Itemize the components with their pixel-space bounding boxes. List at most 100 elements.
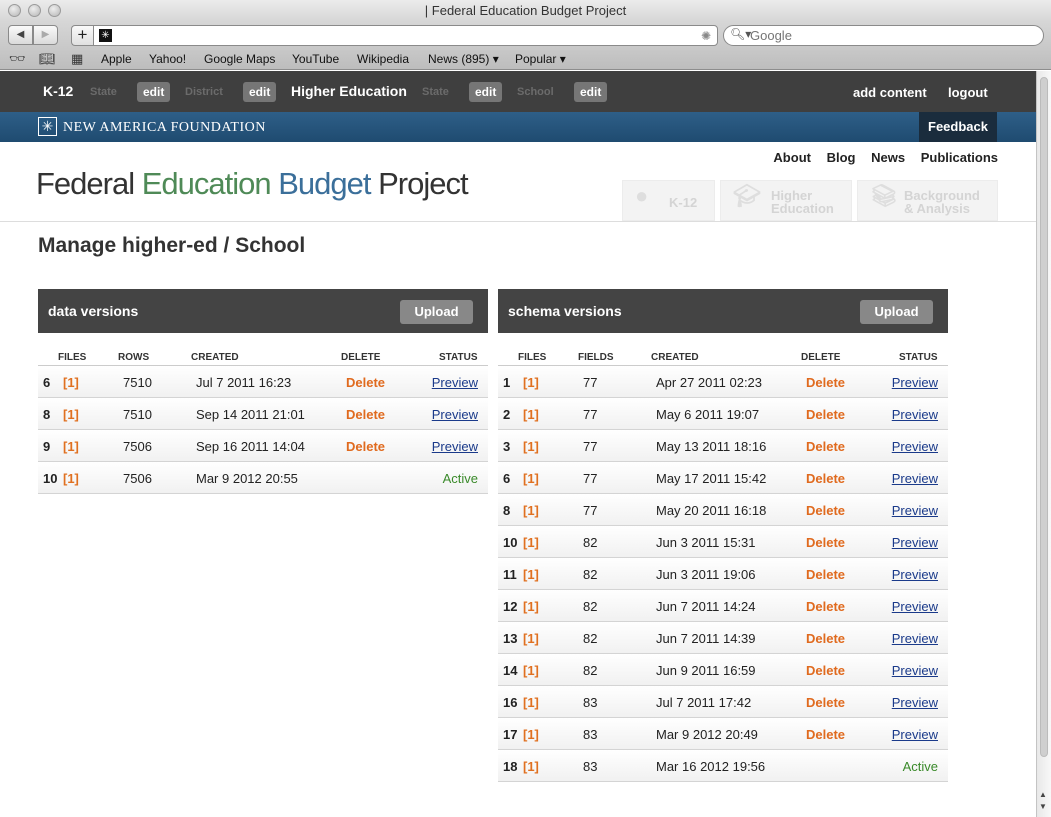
close-window-button[interactable]	[8, 4, 21, 17]
delete-link[interactable]: Delete	[806, 535, 845, 550]
files-link[interactable]: [1]	[523, 471, 539, 486]
site-title-part2: Education	[141, 166, 279, 201]
preview-link[interactable]: Preview	[892, 663, 938, 678]
naf-logo-icon[interactable]: ✳	[38, 117, 57, 136]
files-link[interactable]: [1]	[63, 375, 79, 390]
bookmark-wikipedia[interactable]: Wikipedia	[357, 52, 409, 66]
feedback-button[interactable]: Feedback	[919, 112, 997, 142]
blog-link[interactable]: Blog	[827, 150, 856, 165]
files-link[interactable]: [1]	[523, 631, 539, 646]
top-sites-grid-icon[interactable]: ▦	[71, 51, 83, 67]
scroll-arrows-icon[interactable]: ▲ ▼	[1039, 789, 1047, 813]
add-bookmark-button[interactable]: +	[71, 25, 93, 46]
files-link[interactable]: [1]	[63, 471, 79, 486]
search-field[interactable]: 🔍︎▾	[723, 25, 1044, 46]
schema-versions-header: schema versions Upload	[498, 289, 948, 333]
delete-link[interactable]: Delete	[806, 375, 845, 390]
logout-link[interactable]: logout	[948, 85, 988, 100]
preview-link[interactable]: Preview	[892, 503, 938, 518]
edit-state-button-2[interactable]: edit	[469, 82, 503, 102]
delete-link[interactable]: Delete	[806, 695, 845, 710]
files-link[interactable]: [1]	[523, 407, 539, 422]
news-link[interactable]: News	[871, 150, 905, 165]
schema-upload-button[interactable]: Upload	[860, 300, 933, 324]
files-link[interactable]: [1]	[523, 535, 539, 550]
vertical-scrollbar[interactable]: ▲ ▼	[1036, 71, 1051, 817]
tab-background-analysis[interactable]: 📚︎ Background & Analysis	[857, 180, 998, 221]
created-value: Mar 16 2012 19:56	[656, 759, 766, 774]
delete-link[interactable]: Delete	[806, 503, 845, 518]
site-title[interactable]: Federal Education Budget Project	[36, 166, 469, 202]
col-created: CREATED	[651, 352, 699, 363]
admin-higher-education-link[interactable]: Higher Education	[291, 83, 407, 99]
files-link[interactable]: [1]	[523, 503, 539, 518]
delete-link[interactable]: Delete	[346, 439, 385, 454]
back-button[interactable]: ◀	[8, 25, 33, 45]
files-link[interactable]: [1]	[523, 663, 539, 678]
bookmark-news-folder[interactable]: News (895) ▾	[428, 52, 499, 66]
edit-school-button[interactable]: edit	[574, 82, 608, 102]
delete-link[interactable]: Delete	[806, 727, 845, 742]
reading-list-icon[interactable]: 👓︎	[9, 51, 26, 67]
preview-link[interactable]: Preview	[432, 439, 478, 454]
scrollbar-thumb[interactable]	[1040, 77, 1048, 757]
delete-link[interactable]: Delete	[806, 407, 845, 422]
delete-link[interactable]: Delete	[806, 567, 845, 582]
preview-link[interactable]: Preview	[892, 407, 938, 422]
edit-district-button[interactable]: edit	[243, 82, 277, 102]
preview-link[interactable]: Preview	[892, 375, 938, 390]
about-link[interactable]: About	[773, 150, 811, 165]
preview-link[interactable]: Preview	[892, 535, 938, 550]
files-link[interactable]: [1]	[523, 439, 539, 454]
loading-spinner-icon: ✺	[700, 29, 711, 43]
publications-link[interactable]: Publications	[921, 150, 998, 165]
delete-link[interactable]: Delete	[806, 663, 845, 678]
bookmark-apple[interactable]: Apple	[101, 52, 132, 66]
bookmark-google-maps[interactable]: Google Maps	[204, 52, 275, 66]
preview-link[interactable]: Preview	[892, 439, 938, 454]
preview-link[interactable]: Preview	[892, 567, 938, 582]
zoom-window-button[interactable]	[48, 4, 61, 17]
add-content-link[interactable]: add content	[853, 85, 927, 100]
delete-link[interactable]: Delete	[346, 407, 385, 422]
delete-link[interactable]: Delete	[806, 439, 845, 454]
files-link[interactable]: [1]	[523, 375, 539, 390]
bookmarks-book-icon[interactable]: 📖︎	[39, 51, 56, 67]
preview-link[interactable]: Preview	[892, 727, 938, 742]
data-versions-panel: data versions Upload FILES ROWS CREATED …	[38, 289, 488, 494]
preview-link[interactable]: Preview	[892, 631, 938, 646]
files-link[interactable]: [1]	[523, 695, 539, 710]
tab-higher-education[interactable]: 🎓︎ Higher Education	[720, 180, 852, 221]
admin-k12-link[interactable]: K-12	[43, 83, 73, 99]
delete-link[interactable]: Delete	[806, 631, 845, 646]
foundation-name[interactable]: NEW AMERICA FOUNDATION	[63, 120, 266, 136]
delete-link[interactable]: Delete	[806, 471, 845, 486]
minimize-window-button[interactable]	[28, 4, 41, 17]
files-link[interactable]: [1]	[523, 599, 539, 614]
tab-k12[interactable]: ● K-12	[622, 180, 715, 221]
bookmark-youtube[interactable]: YouTube	[292, 52, 339, 66]
count-value: 77	[583, 375, 598, 390]
edit-state-button[interactable]: edit	[137, 82, 171, 102]
bookmark-popular-folder[interactable]: Popular ▾	[515, 52, 566, 66]
delete-link[interactable]: Delete	[806, 599, 845, 614]
search-input[interactable]	[750, 28, 1030, 43]
address-bar[interactable]: ✳ ✺	[93, 25, 718, 46]
version-id: 16	[503, 695, 518, 710]
forward-button[interactable]: ▶	[33, 25, 58, 45]
preview-link[interactable]: Preview	[432, 375, 478, 390]
delete-link[interactable]: Delete	[346, 375, 385, 390]
files-link[interactable]: [1]	[523, 727, 539, 742]
files-link[interactable]: [1]	[63, 439, 79, 454]
files-link[interactable]: [1]	[523, 759, 539, 774]
preview-link[interactable]: Preview	[892, 471, 938, 486]
preview-link[interactable]: Preview	[892, 599, 938, 614]
preview-link[interactable]: Preview	[432, 407, 478, 422]
created-value: Sep 14 2011 21:01	[196, 407, 305, 422]
count-value: 83	[583, 727, 598, 742]
preview-link[interactable]: Preview	[892, 695, 938, 710]
bookmark-yahoo[interactable]: Yahoo!	[149, 52, 186, 66]
data-upload-button[interactable]: Upload	[400, 300, 473, 324]
files-link[interactable]: [1]	[523, 567, 539, 582]
files-link[interactable]: [1]	[63, 407, 79, 422]
